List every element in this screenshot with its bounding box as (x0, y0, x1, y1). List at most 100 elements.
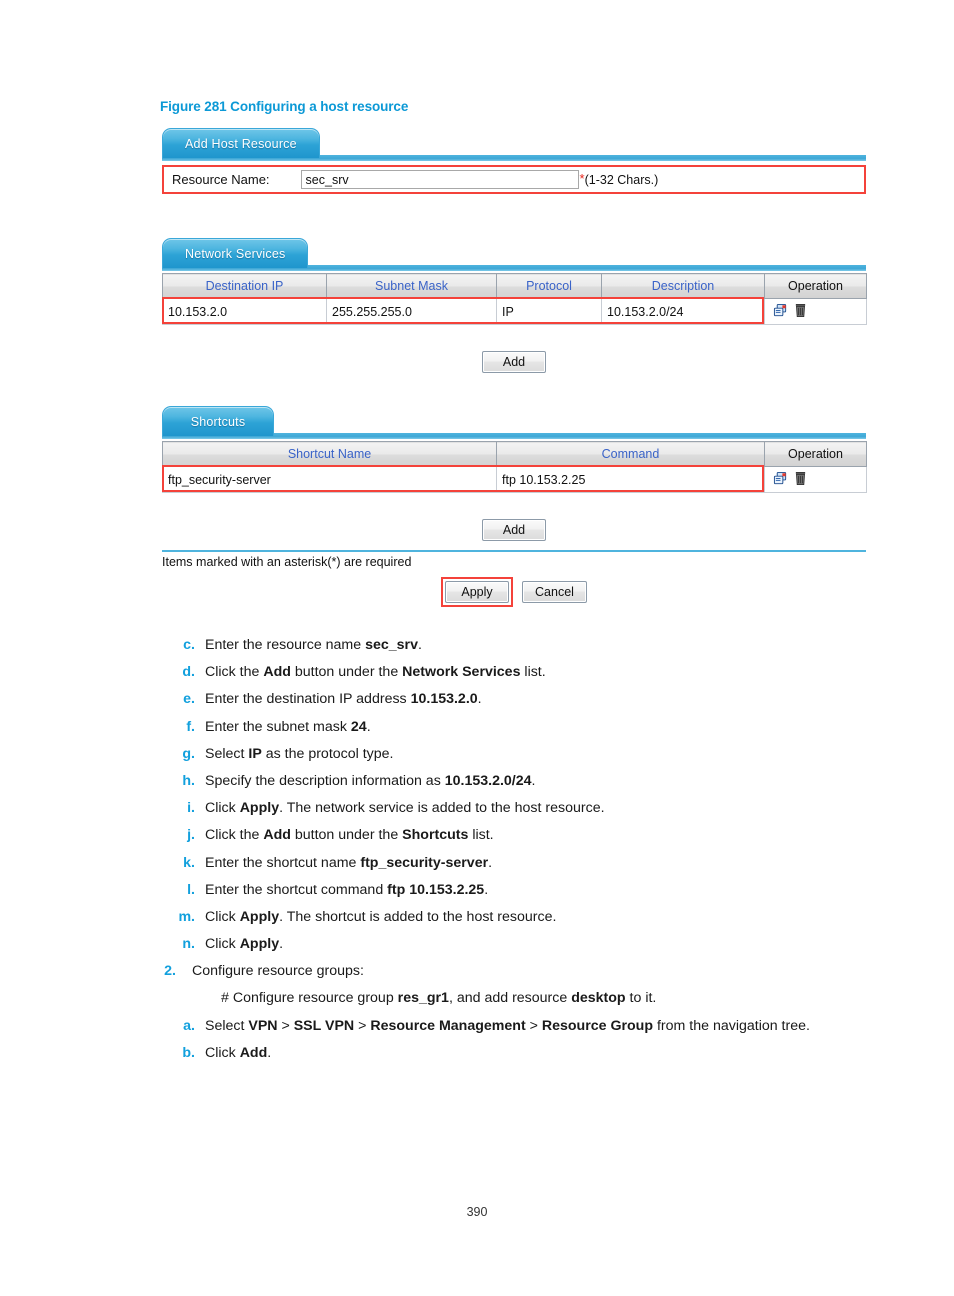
cancel-button[interactable]: Cancel (522, 581, 587, 603)
col-shortcut-name: Shortcut Name (162, 441, 497, 467)
list-text: Select IP as the protocol type. (205, 745, 394, 762)
edit-icon[interactable] (773, 303, 788, 321)
list-item: j. Click the Add button under the Shortcu… (160, 826, 920, 844)
list-marker: a. (183, 1017, 195, 1034)
apply-button[interactable]: Apply (445, 581, 510, 603)
tab-add-host-resource-label: Add Host Resource (185, 136, 297, 151)
list-text: Click the Add button under the Shortcuts… (205, 827, 494, 844)
tab-network-services-label: Network Services (185, 246, 286, 261)
tab-network-services[interactable]: Network Services (162, 238, 309, 268)
cell-operation (764, 466, 867, 493)
list-text: Click the Add button under the Network S… (205, 664, 546, 681)
list-marker: d. (182, 664, 195, 681)
shortcuts-add-wrap: Add (162, 519, 866, 541)
list-marker: 2. (164, 963, 176, 980)
cell-shortcut-name: ftp_security-server (162, 466, 497, 493)
operation-icons (770, 303, 861, 321)
list-marker: e. (183, 691, 195, 708)
list-text: Configure resource groups: (192, 963, 364, 980)
list-item: c. Enter the resource name sec_srv. (160, 636, 920, 654)
table-header-row: Destination IP Subnet Mask Protocol Desc… (162, 273, 867, 299)
operation-icons (770, 471, 861, 489)
resource-name-input[interactable]: sec_srv (300, 170, 579, 189)
add-network-service-button[interactable]: Add (482, 351, 546, 373)
table-row[interactable]: ftp_security-server ftp 10.153.2.25 (162, 466, 867, 493)
note-text: # Configure resource group res_gr1, and … (221, 990, 657, 1007)
apply-button-highlight: Apply (441, 577, 514, 607)
delete-icon[interactable] (794, 303, 807, 321)
list-item: e. Enter the destination IP address 10.15… (160, 690, 920, 708)
cell-subnet-mask: 255.255.255.0 (326, 298, 497, 325)
list-marker: b. (182, 1044, 195, 1061)
list-marker: f. (186, 718, 195, 735)
list-item: 2. Configure resource groups: (160, 962, 920, 980)
add-shortcut-button[interactable]: Add (482, 519, 546, 541)
list-marker: j. (187, 827, 195, 844)
list-text: Enter the shortcut command ftp 10.153.2.… (205, 881, 489, 898)
page-number: 390 (466, 1205, 488, 1219)
delete-icon[interactable] (794, 471, 807, 489)
col-protocol: Protocol (496, 273, 602, 299)
col-subnet-mask: Subnet Mask (326, 273, 497, 299)
cell-destination-ip: 10.153.2.0 (162, 298, 327, 325)
resource-name-row: Resource Name: sec_srv * (1-32 Chars.) (162, 165, 866, 194)
list-item: m. Click Apply. The shortcut is added to … (160, 908, 920, 926)
resource-name-value: sec_srv (305, 172, 349, 187)
list-item: a. Select VPN > SSL VPN > Resource Manage… (160, 1017, 920, 1035)
footer-divider (162, 550, 866, 552)
list-text: Click Apply. (205, 936, 284, 953)
cell-protocol: IP (496, 298, 602, 325)
list-item: l. Enter the shortcut command ftp 10.153.… (160, 881, 920, 899)
list-text: Select VPN > SSL VPN > Resource Manageme… (205, 1017, 810, 1034)
form-actions: Apply Cancel (162, 577, 866, 607)
list-marker: c. (183, 637, 195, 653)
shortcuts-table: Shortcut Name Command Operation ftp_secu… (162, 441, 867, 493)
col-operation: Operation (764, 273, 867, 299)
tab-shortcuts[interactable]: Shortcuts (162, 406, 274, 436)
network-services-add-wrap: Add (162, 351, 866, 373)
list-text: Enter the shortcut name ftp_security-ser… (205, 854, 493, 871)
tab-add-host-resource[interactable]: Add Host Resource (162, 128, 320, 158)
list-marker: k. (183, 854, 195, 871)
list-marker: n. (182, 936, 195, 953)
list-text: Enter the resource name sec_srv. (205, 637, 422, 653)
list-text: Specify the description information as 1… (205, 772, 536, 789)
list-item: h. Specify the description information as… (160, 772, 920, 790)
list-marker: m. (178, 908, 195, 925)
network-services-table: Destination IP Subnet Mask Protocol Desc… (162, 273, 867, 325)
edit-icon[interactable] (773, 471, 788, 489)
document-page: Figure 281 Configuring a host resource A… (0, 0, 954, 1296)
tab-shortcuts-label: Shortcuts (190, 414, 246, 429)
shortcuts-tabrow: Shortcuts (162, 406, 866, 439)
note-line: # Configure resource group res_gr1, and … (160, 989, 920, 1007)
list-text: Enter the subnet mask 24. (205, 718, 371, 735)
col-destination-ip: Destination IP (162, 273, 327, 299)
cell-command: ftp 10.153.2.25 (496, 466, 765, 493)
network-services-tabrow: Network Services (162, 238, 866, 271)
list-item: n. Click Apply. (160, 935, 920, 953)
list-item: b. Click Add. (160, 1044, 920, 1062)
cell-description: 10.153.2.0/24 (601, 298, 765, 325)
table-row[interactable]: 10.153.2.0 255.255.255.0 IP 10.153.2.0/2… (162, 298, 867, 325)
list-item: g. Select IP as the protocol type. (160, 745, 920, 763)
list-item: d. Click the Add button under the Network… (160, 663, 920, 681)
list-item: f. Enter the subnet mask 24. (160, 718, 920, 736)
list-item: i. Click Apply. The network service is ad… (160, 799, 920, 817)
cell-operation (764, 298, 867, 325)
list-item: k. Enter the shortcut name ftp_security-s… (160, 854, 920, 872)
col-description: Description (601, 273, 765, 299)
list-marker: h. (182, 772, 195, 789)
resource-name-label: Resource Name: (172, 172, 270, 187)
table-header-row: Shortcut Name Command Operation (162, 441, 867, 467)
list-marker: g. (182, 745, 195, 762)
network-services-table-wrap: Destination IP Subnet Mask Protocol Desc… (162, 273, 867, 325)
required-asterisk: * (579, 171, 585, 186)
shortcuts-table-wrap: Shortcut Name Command Operation ftp_secu… (162, 441, 867, 493)
resource-name-hint: (1-32 Chars.) (584, 172, 659, 187)
list-text: Click Apply. The shortcut is added to th… (205, 908, 557, 925)
add-host-resource-tabrow: Add Host Resource (162, 128, 866, 161)
list-text: Click Add. (205, 1044, 272, 1061)
screenshot-figure: Add Host Resource Resource Name: sec_srv… (162, 128, 867, 607)
asterisk-note: Items marked with an asterisk(*) are req… (162, 555, 412, 569)
